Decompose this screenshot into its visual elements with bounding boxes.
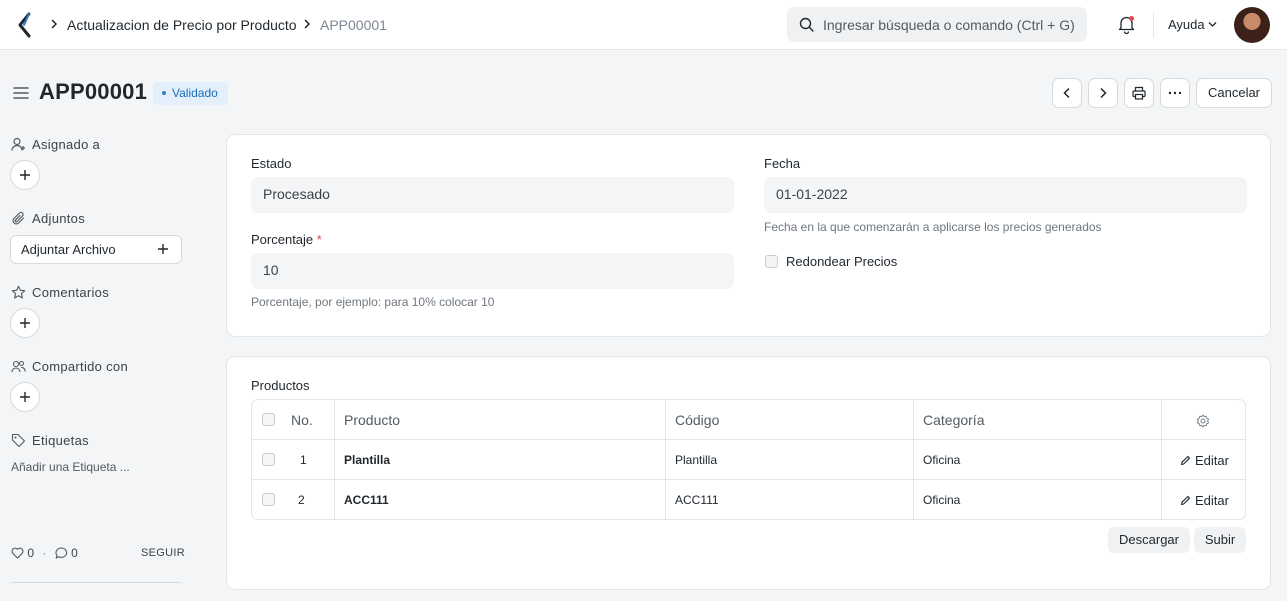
edit-row-button[interactable]: Editar [1180, 493, 1229, 508]
user-assign-icon [11, 137, 25, 151]
producto-cell[interactable]: ACC111 [344, 493, 389, 507]
attachments-label: Adjuntos [32, 211, 85, 226]
status-text: Validado [172, 86, 218, 100]
tags-label: Etiquetas [32, 433, 89, 448]
breadcrumb-current[interactable]: APP00001 [320, 17, 387, 33]
pencil-icon [1180, 456, 1191, 466]
add-tag-link[interactable]: Añadir una Etiqueta ... [11, 460, 130, 474]
redondear-precios-checkbox[interactable] [765, 255, 778, 268]
download-button[interactable]: Descargar [1108, 527, 1190, 553]
column-header-categoria: Categoría [923, 412, 985, 428]
attach-file-label: Adjuntar Archivo [21, 242, 116, 257]
redondear-precios-label: Redondear Precios [786, 254, 898, 269]
chevron-right-icon [1100, 87, 1107, 99]
top-navbar: Actualizacion de Precio por Producto APP… [0, 0, 1287, 50]
printer-icon [1132, 86, 1146, 100]
chevron-right-icon [304, 19, 311, 29]
cancel-button[interactable]: Cancelar [1196, 78, 1272, 108]
chevron-left-icon [1063, 87, 1070, 99]
star-icon [11, 285, 26, 299]
breadcrumb-doctype[interactable]: Actualizacion de Precio por Producto [67, 17, 297, 33]
comment-bubble-icon [55, 547, 67, 559]
categoria-cell[interactable]: Oficina [923, 453, 960, 467]
shared-with-label: Compartido con [32, 359, 128, 374]
navbar-divider [1153, 12, 1154, 38]
porcentaje-field[interactable]: 10 [251, 253, 734, 289]
edit-label: Editar [1195, 453, 1229, 468]
sidebar-divider [11, 582, 181, 583]
details-card: Estado Procesado Fecha 01-01-2022 Fecha … [226, 134, 1271, 337]
page-title: APP00001 [39, 79, 148, 104]
table-row[interactable]: 1 Plantilla Plantilla Oficina Editar [252, 440, 1245, 480]
paperclip-icon [12, 211, 25, 225]
productos-label: Productos [251, 378, 310, 393]
estado-label: Estado [251, 156, 292, 171]
porcentaje-label: Porcentaje * [251, 232, 322, 247]
edit-row-button[interactable]: Editar [1180, 453, 1229, 468]
pencil-icon [1180, 496, 1191, 506]
column-header-no: No. [291, 412, 313, 428]
select-all-checkbox[interactable] [262, 413, 275, 426]
comments-count: 0 [71, 546, 78, 560]
comments-label: Comentarios [32, 285, 109, 300]
follow-button[interactable]: SEGUIR [141, 547, 185, 559]
more-horizontal-icon [1168, 91, 1182, 95]
chevron-right-icon [51, 19, 58, 29]
plus-icon [20, 170, 30, 180]
sidebar-toggle-icon[interactable] [13, 86, 29, 100]
codigo-cell[interactable]: ACC111 [675, 493, 719, 507]
add-comment-button[interactable] [10, 308, 40, 338]
row-number: 2 [298, 493, 305, 507]
upload-button[interactable]: Subir [1194, 527, 1246, 553]
likes-count: 0 [27, 546, 35, 560]
tag-icon [11, 433, 26, 448]
print-button[interactable] [1124, 78, 1154, 108]
column-header-producto: Producto [344, 412, 401, 428]
column-settings-gear-icon[interactable] [1196, 414, 1210, 428]
porcentaje-label-text: Porcentaje [251, 232, 314, 247]
fecha-help-text: Fecha en la que comenzarán a aplicarse l… [764, 220, 1102, 234]
add-assignee-button[interactable] [10, 160, 40, 190]
codigo-cell[interactable]: Plantilla [675, 453, 717, 467]
fecha-field[interactable]: 01-01-2022 [764, 177, 1247, 213]
row-select-checkbox[interactable] [262, 493, 275, 506]
assigned-to-label: Asignado a [32, 137, 101, 152]
producto-cell[interactable]: Plantilla [344, 453, 390, 467]
fecha-label: Fecha [764, 156, 801, 171]
search-placeholder: Ingresar búsqueda o comando (Ctrl + G) [823, 17, 1075, 33]
productos-table: No. Producto Código Categoría 1 Plantill… [251, 399, 1246, 520]
productos-card: Productos No. Producto Código Categoría … [226, 356, 1271, 590]
row-select-checkbox[interactable] [262, 453, 275, 466]
heart-icon[interactable] [11, 547, 24, 559]
attach-file-button[interactable]: Adjuntar Archivo [10, 235, 182, 264]
row-number: 1 [300, 453, 307, 467]
porcentaje-help-text: Porcentaje, por ejemplo: para 10% coloca… [251, 295, 495, 309]
required-marker: * [316, 232, 322, 247]
chevron-down-icon[interactable] [1208, 21, 1217, 28]
plus-icon [20, 392, 30, 402]
table-row[interactable]: 2 ACC111 ACC111 Oficina Editar [252, 480, 1245, 519]
user-avatar[interactable] [1234, 7, 1270, 43]
edit-label: Editar [1195, 493, 1229, 508]
next-document-button[interactable] [1088, 78, 1118, 108]
plus-icon [158, 244, 168, 254]
status-dot [162, 90, 166, 95]
app-logo-icon[interactable] [15, 12, 35, 38]
notification-bell-icon[interactable] [1117, 15, 1136, 34]
previous-document-button[interactable] [1052, 78, 1082, 108]
status-badge: Validado [153, 82, 228, 105]
likes-comments-summary: 0 · 0 [11, 546, 78, 560]
table-header-row: No. Producto Código Categoría [252, 400, 1245, 440]
plus-icon [20, 318, 30, 328]
estado-field[interactable]: Procesado [251, 177, 734, 213]
more-actions-button[interactable] [1160, 78, 1190, 108]
categoria-cell[interactable]: Oficina [923, 493, 960, 507]
add-share-button[interactable] [10, 382, 40, 412]
help-dropdown[interactable]: Ayuda [1168, 17, 1205, 32]
users-icon [11, 360, 26, 373]
search-input[interactable]: Ingresar búsqueda o comando (Ctrl + G) [787, 7, 1087, 42]
column-header-codigo: Código [675, 412, 720, 428]
search-icon [799, 17, 814, 32]
